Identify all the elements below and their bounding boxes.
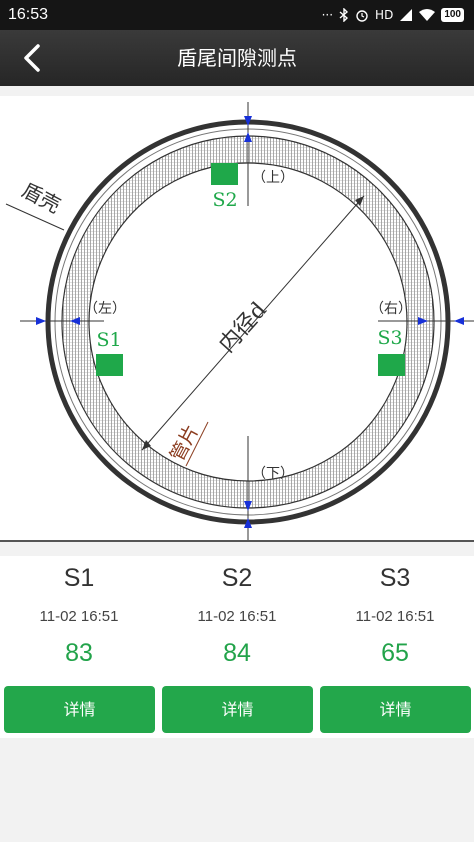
sensor-name: S2 xyxy=(221,564,253,592)
sensor-value: 65 xyxy=(381,639,409,667)
diagram-canvas: 内径d 盾壳 管片 （上） （下） （左） （右） S2 S1 S3 xyxy=(5,102,474,540)
arrow-right-outer xyxy=(454,317,464,325)
sensor-time: 11-02 16:51 xyxy=(355,608,435,625)
sensor-label-s3: S3 xyxy=(377,327,402,349)
status-time: 16:53 xyxy=(8,6,49,23)
battery-icon: 100 xyxy=(441,8,464,22)
sensor-marker-s3[interactable] xyxy=(378,354,405,376)
sensor-time: 11-02 16:51 xyxy=(197,608,277,625)
sensor-value: 83 xyxy=(65,639,93,667)
details-button-s1[interactable]: 详情 xyxy=(4,686,155,733)
alarm-icon xyxy=(356,10,368,22)
details-button-s3[interactable]: 详情 xyxy=(320,686,471,733)
details-button-s2[interactable]: 详情 xyxy=(162,686,313,733)
page-title: 盾尾间隙测点 xyxy=(177,46,297,70)
bluetooth-icon xyxy=(339,8,349,22)
sensor-label-s2: S2 xyxy=(212,189,237,211)
label-top: （上） xyxy=(252,170,294,186)
network-label: HD xyxy=(375,8,394,22)
sensor-name: S3 xyxy=(379,564,411,592)
sensor-marker-s2[interactable] xyxy=(211,163,238,185)
status-bar: 16:53 ··· HD 100 xyxy=(0,0,474,30)
sensor-value: 84 xyxy=(223,639,251,667)
arrow-left-outer xyxy=(36,317,46,325)
tail-gap-diagram: 内径d 盾壳 管片 （上） （下） （左） （右） S2 S1 S3 xyxy=(0,96,474,540)
shell-label: 盾壳 xyxy=(18,178,65,218)
diameter-label: 内径d xyxy=(214,298,271,358)
sensor-time: 11-02 16:51 xyxy=(39,608,119,625)
signal-icon xyxy=(400,9,413,21)
sensor-label-s1: S1 xyxy=(96,329,121,351)
status-icons: ··· HD 100 xyxy=(322,8,464,22)
label-right: （右） xyxy=(370,301,412,317)
wifi-icon xyxy=(419,9,436,21)
app-bar: 盾尾间隙测点 xyxy=(0,30,474,86)
more-icon: ··· xyxy=(321,8,334,22)
label-left: （左） xyxy=(84,301,126,317)
sensor-marker-s1[interactable] xyxy=(96,354,123,376)
sensor-name: S1 xyxy=(63,564,95,592)
sensor-readings: S1 11-02 16:51 83 S2 11-02 16:51 84 S3 1… xyxy=(0,556,474,738)
divider xyxy=(0,540,474,542)
label-bottom: （下） xyxy=(252,466,294,482)
